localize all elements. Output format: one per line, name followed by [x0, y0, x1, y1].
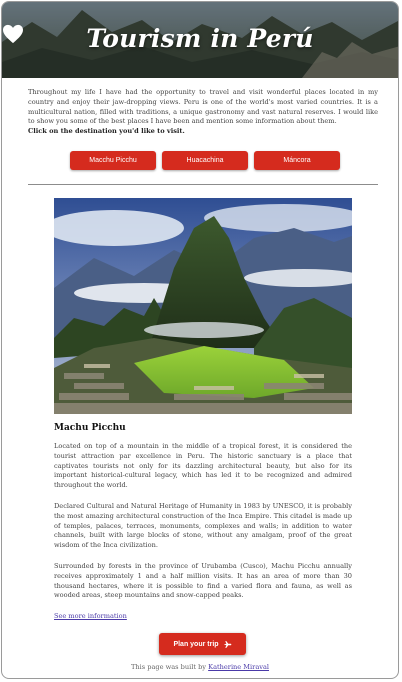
footer-text: This page was built by	[130, 663, 207, 671]
plan-trip-button[interactable]: Plan your trip	[159, 633, 246, 655]
header-banner: Tourism in Perú	[2, 2, 398, 78]
see-more-link[interactable]: See more information	[54, 612, 127, 620]
machu-picchu-photo	[54, 198, 352, 414]
page-frame: Tourism in Perú Throughout my life I hav…	[1, 1, 399, 679]
author-link[interactable]: Katherine Miraval	[208, 663, 269, 671]
heart-icon	[3, 24, 23, 44]
destination-button-huacachina[interactable]: Huacachina	[162, 151, 248, 170]
intro-paragraph: Throughout my life I have had the opport…	[28, 88, 378, 126]
destination-button-mancora[interactable]: Máncora	[254, 151, 340, 170]
divider	[28, 184, 378, 185]
article-paragraph-2: Declared Cultural and Natural Heritage o…	[54, 502, 352, 550]
airplane-icon	[223, 640, 231, 648]
intro-text: Throughout my life I have had the opport…	[28, 88, 378, 137]
footer: This page was built by Katherine Miraval	[2, 663, 398, 671]
article-paragraph-3: Surrounded by forests in the province of…	[54, 562, 352, 600]
destination-buttons: Macchu Picchu Huacachina Máncora	[70, 151, 340, 170]
destination-button-machu-picchu[interactable]: Macchu Picchu	[70, 151, 156, 170]
site-title-text: Tourism in Perú	[86, 24, 314, 53]
article-paragraph-1: Located on top of a mountain in the midd…	[54, 442, 352, 490]
plan-trip-label: Plan your trip	[173, 640, 219, 648]
destination-title: Machu Picchu	[54, 423, 126, 433]
site-title: Tourism in Perú	[2, 24, 398, 53]
intro-cta: Click on the destination you'd like to v…	[28, 127, 185, 136]
